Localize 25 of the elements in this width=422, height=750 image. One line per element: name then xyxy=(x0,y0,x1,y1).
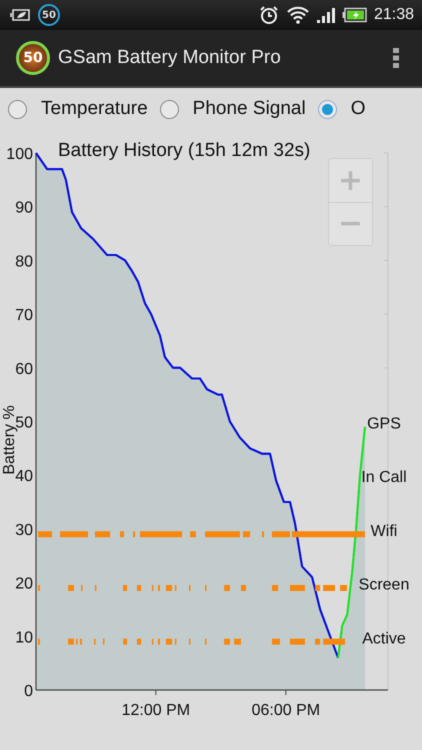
y-axis-label: 60 xyxy=(15,360,33,378)
activity-label: Active xyxy=(362,630,406,648)
radio-option[interactable]: O xyxy=(318,98,366,120)
activity-label: In Call xyxy=(361,469,407,486)
x-axis-label: 06:00 PM xyxy=(252,702,320,719)
chart-title: Battery History (15h 12m 32s) xyxy=(58,140,310,161)
battery-percent-badge: 50 xyxy=(38,4,60,26)
y-axis-label: 100 xyxy=(6,146,33,163)
y-axis-label: 0 xyxy=(24,683,33,700)
activity-label: GPS xyxy=(367,416,401,432)
app-icon[interactable]: 50 xyxy=(16,41,50,75)
app-title: GSam Battery Monitor Pro xyxy=(58,47,282,69)
radio-option[interactable]: Phone Signal xyxy=(160,98,306,120)
y-axis-label: 70 xyxy=(15,307,33,324)
activity-label: Screen xyxy=(358,576,410,594)
y-axis-label: 30 xyxy=(15,522,33,539)
clock-time: 21:38 xyxy=(374,6,414,24)
y-axis-label: 40 xyxy=(15,468,33,486)
y-axis-label: 10 xyxy=(15,629,33,646)
y-axis-label: 20 xyxy=(15,576,33,593)
radio-option[interactable]: Temperature xyxy=(8,98,148,120)
x-axis-label: 12:00 PM xyxy=(122,702,190,719)
y-axis-label: 90 xyxy=(15,200,33,217)
activity-label: Wifi xyxy=(370,522,398,540)
y-axis-label: 80 xyxy=(15,253,33,270)
